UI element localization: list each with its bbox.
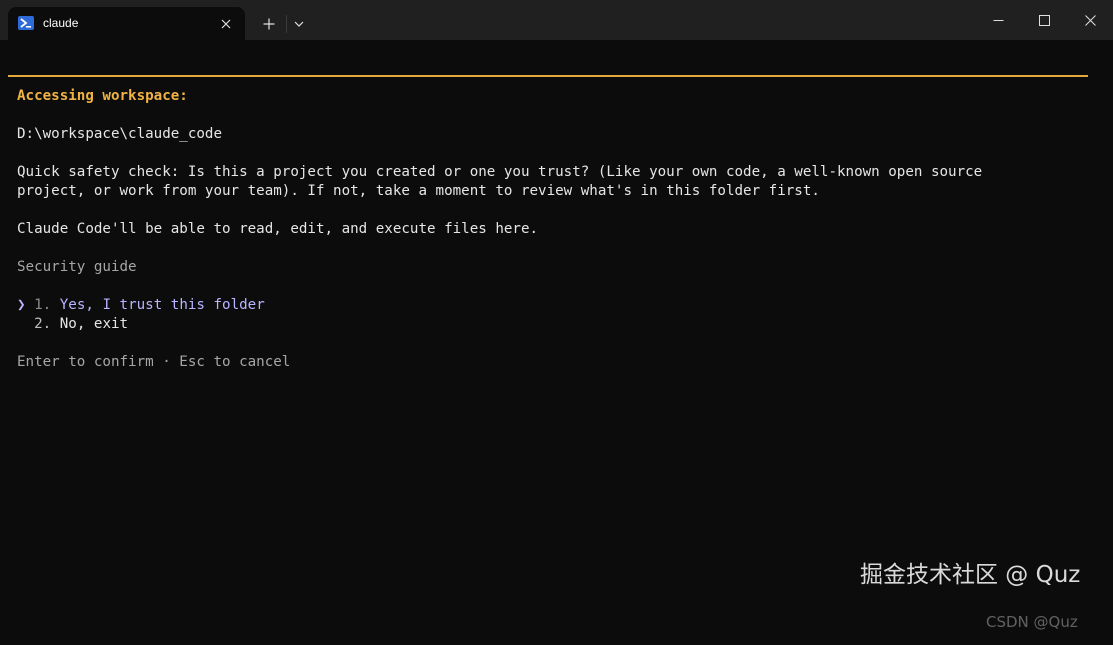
watermark: 掘金技术社区 @ Quz — [860, 562, 1081, 588]
workspace-path: D:\workspace\claude_code — [17, 126, 222, 142]
security-guide-link[interactable]: Security guide — [17, 258, 137, 277]
chevron-down-icon — [294, 21, 304, 27]
title-bar: claude — [0, 0, 1113, 40]
close-icon — [1084, 14, 1096, 26]
tab-close-button[interactable] — [215, 13, 237, 35]
option-number: 2. — [34, 316, 52, 332]
option-exit[interactable]: 2. No, exit — [17, 315, 128, 334]
dialog-top-border — [8, 75, 1088, 77]
terminal-window: claude Accessing workspace: D:\workspace… — [0, 0, 1113, 645]
new-tab-button[interactable] — [256, 11, 282, 37]
option-trust-folder[interactable]: ❯ 1. Yes, I trust this folder — [17, 296, 265, 315]
close-icon — [221, 19, 231, 29]
tab-title: claude — [43, 16, 79, 30]
option-label: No, exit — [59, 316, 129, 332]
tab-separator — [286, 15, 287, 33]
safety-text-line-2: project, or work from your team). If not… — [17, 183, 820, 199]
tab-claude[interactable]: claude — [8, 7, 245, 40]
plus-icon — [263, 18, 275, 30]
maximize-icon — [1038, 14, 1050, 26]
tab-dropdown-button[interactable] — [288, 11, 310, 37]
option-number: 1. — [34, 297, 52, 313]
option-label: Yes, I trust this folder — [59, 297, 265, 313]
minimize-icon — [993, 19, 1003, 21]
window-close-button[interactable] — [1067, 0, 1113, 40]
dialog-heading: Accessing workspace: — [17, 88, 188, 104]
powershell-icon — [18, 16, 34, 30]
watermark-secondary: CSDN @Quz — [986, 613, 1078, 631]
safety-text-line-1: Quick safety check: Is this a project yo… — [17, 164, 983, 180]
permissions-text: Claude Code'll be able to read, edit, an… — [17, 221, 539, 237]
selection-pointer: ❯ — [17, 297, 26, 313]
minimize-button[interactable] — [975, 0, 1021, 40]
key-hint: Enter to confirm · Esc to cancel — [17, 354, 291, 370]
maximize-button[interactable] — [1021, 0, 1067, 40]
